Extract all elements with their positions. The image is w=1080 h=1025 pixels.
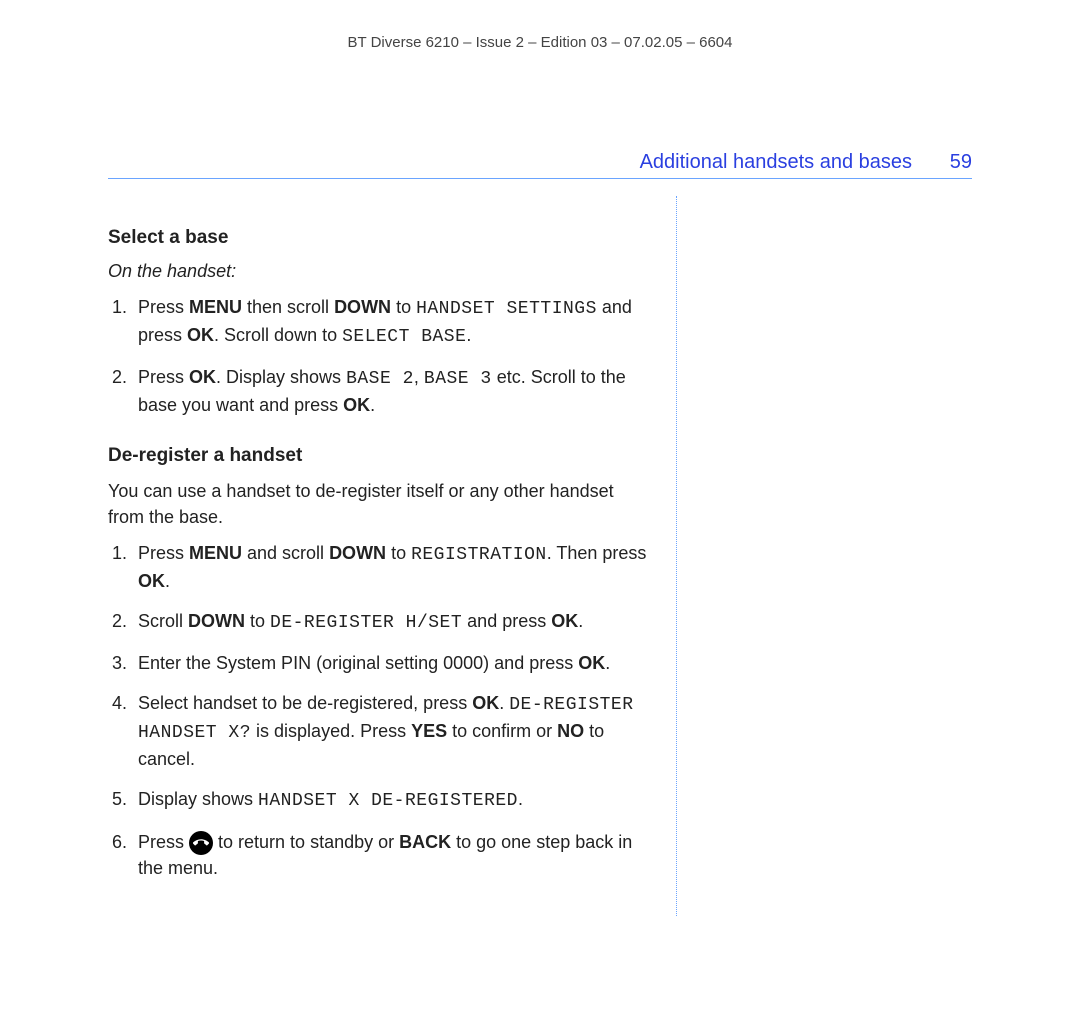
left-column: Select a base On the handset: Press MENU… (108, 196, 676, 985)
display-text: BASE 3 (424, 369, 492, 389)
section-header: Additional handsets and bases 59 (108, 148, 972, 179)
display-text: DE-REGISTER H/SET (270, 613, 462, 633)
key-ok: OK (138, 571, 165, 591)
key-down: DOWN (334, 297, 391, 317)
hang-up-icon (189, 831, 213, 855)
display-text: BASE 2 (346, 369, 414, 389)
manual-page: { "header": { "doc_line": "BT Diverse 62… (0, 0, 1080, 1025)
display-text: HANDSET X DE-REGISTERED (258, 791, 518, 811)
key-back: BACK (399, 832, 451, 852)
list-item: Press OK. Display shows BASE 2, BASE 3 e… (132, 364, 648, 418)
page-number: 59 (950, 148, 972, 177)
topic-select-base: Select a base (108, 224, 648, 252)
key-ok: OK (578, 653, 605, 673)
key-ok: OK (343, 395, 370, 415)
deregister-intro: You can use a handset to de-register its… (108, 478, 648, 530)
list-item: Display shows HANDSET X DE-REGISTERED. (132, 786, 648, 814)
list-item: Scroll DOWN to DE-REGISTER H/SET and pre… (132, 608, 648, 636)
key-menu: MENU (189, 297, 242, 317)
list-item: Select handset to be de-registered, pres… (132, 690, 648, 772)
display-text: HANDSET SETTINGS (416, 299, 597, 319)
key-yes: YES (411, 721, 447, 741)
list-item: Enter the System PIN (original setting 0… (132, 650, 648, 676)
key-ok: OK (189, 367, 216, 387)
display-text: SELECT BASE (342, 327, 466, 347)
right-column (705, 196, 972, 985)
document-header: BT Diverse 6210 – Issue 2 – Edition 03 –… (0, 32, 1080, 54)
key-ok: OK (551, 611, 578, 631)
section-title: Additional handsets and bases (640, 148, 912, 177)
column-divider (676, 196, 677, 916)
key-menu: MENU (189, 543, 242, 563)
list-item: Press MENU and scroll DOWN to REGISTRATI… (132, 540, 648, 594)
key-down: DOWN (188, 611, 245, 631)
select-base-steps: Press MENU then scroll DOWN to HANDSET S… (108, 294, 648, 418)
deregister-steps: Press MENU and scroll DOWN to REGISTRATI… (108, 540, 648, 881)
subhead-on-handset: On the handset: (108, 258, 648, 284)
list-item: Press MENU then scroll DOWN to HANDSET S… (132, 294, 648, 350)
key-ok: OK (472, 693, 499, 713)
display-text: REGISTRATION (411, 545, 547, 565)
key-no: NO (557, 721, 584, 741)
topic-deregister: De-register a handset (108, 442, 648, 470)
key-down: DOWN (329, 543, 386, 563)
key-ok: OK (187, 325, 214, 345)
list-item: Press to return to standby or BACK to go… (132, 829, 648, 881)
